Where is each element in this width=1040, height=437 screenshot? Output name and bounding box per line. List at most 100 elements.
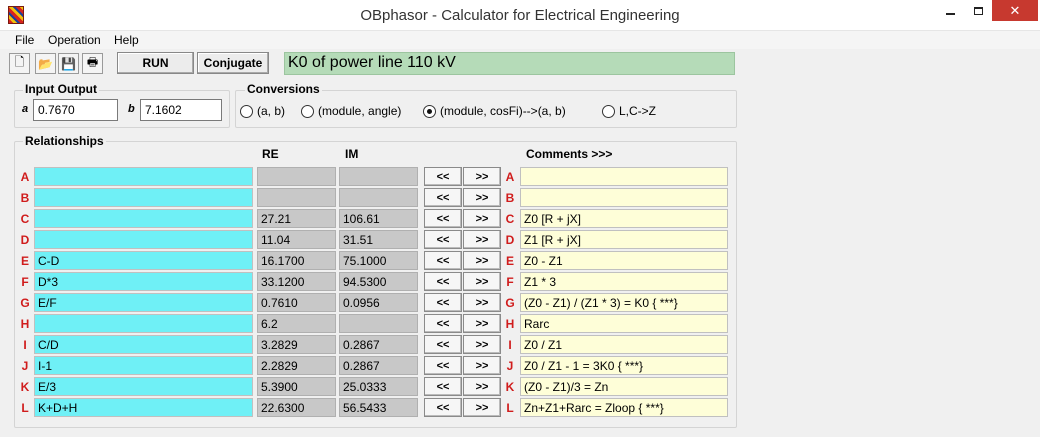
expression-field[interactable] [34,230,253,249]
radio-button[interactable] [602,104,615,118]
copy-left-button[interactable]: << [424,167,462,186]
im-value-field[interactable] [339,188,418,207]
comment-field[interactable]: Rarc [520,314,728,333]
copy-left-button[interactable]: << [424,335,462,354]
im-value-field[interactable]: 0.2867 [339,335,418,354]
copy-right-button[interactable]: >> [463,230,501,249]
re-value-field[interactable]: 3.2829 [257,335,336,354]
copy-right-button[interactable]: >> [463,209,501,228]
radio-button[interactable] [301,104,314,118]
expression-field[interactable]: E/3 [34,377,253,396]
new-file-button[interactable]: 🗋 [9,53,30,74]
comment-field[interactable]: Zn+Z1+Rarc = Zloop { ***} [520,398,728,417]
copy-right-button[interactable]: >> [463,335,501,354]
copy-left-button[interactable]: << [424,272,462,291]
im-value-field[interactable] [339,314,418,333]
re-value-field[interactable]: 0.7610 [257,293,336,312]
expression-field[interactable]: I-1 [34,356,253,375]
comment-field[interactable]: Z0 [R + jX] [520,209,728,228]
copy-left-button[interactable]: << [424,356,462,375]
re-value-field[interactable]: 5.3900 [257,377,336,396]
copy-left-button[interactable]: << [424,209,462,228]
copy-right-button[interactable]: >> [463,167,501,186]
copy-right-button[interactable]: >> [463,251,501,270]
im-value-field[interactable]: 94.5300 [339,272,418,291]
im-value-field[interactable]: 31.51 [339,230,418,249]
copy-left-button[interactable]: << [424,188,462,207]
radio-module-cosfi[interactable]: (module, cosFi)-->(a, b) [423,104,566,118]
im-value-field[interactable] [339,167,418,186]
close-button[interactable]: ✕ [992,0,1038,21]
conjugate-button[interactable]: Conjugate [197,52,269,74]
im-value-field[interactable]: 0.0956 [339,293,418,312]
re-value-field[interactable]: 11.04 [257,230,336,249]
copy-right-button[interactable]: >> [463,314,501,333]
comment-field[interactable] [520,167,728,186]
save-button[interactable]: 💾 [58,53,79,74]
re-value-field[interactable]: 2.2829 [257,356,336,375]
copy-right-button[interactable]: >> [463,272,501,291]
copy-left-button[interactable]: << [424,230,462,249]
expression-field[interactable]: E/F [34,293,253,312]
input-a-field[interactable]: 0.7670 [33,99,118,121]
re-value-field[interactable] [257,188,336,207]
input-b-field[interactable]: 7.1602 [140,99,222,121]
minimize-button[interactable] [935,0,965,21]
copy-left-button[interactable]: << [424,251,462,270]
row-label-left: G [20,296,30,310]
print-button[interactable]: 🖶 [82,53,103,74]
comment-field[interactable]: Z1 [R + jX] [520,230,728,249]
re-value-field[interactable]: 27.21 [257,209,336,228]
comment-field[interactable]: Z0 / Z1 - 1 = 3K0 { ***} [520,356,728,375]
expression-field[interactable] [34,188,253,207]
comment-field[interactable]: Z0 - Z1 [520,251,728,270]
expression-field[interactable] [34,209,253,228]
expression-field[interactable] [34,167,253,186]
comment-field[interactable]: Z0 / Z1 [520,335,728,354]
radio-button-selected[interactable] [423,104,436,118]
comment-field[interactable]: (Z0 - Z1) / (Z1 * 3) = K0 { ***} [520,293,728,312]
calculation-title-field[interactable]: K0 of power line 110 kV [284,52,735,75]
expression-field[interactable]: K+D+H [34,398,253,417]
row-label-left: E [20,254,29,268]
comment-field[interactable]: (Z0 - Z1)/3 = Zn [520,377,728,396]
radio-lc-z[interactable]: L,C->Z [602,104,656,118]
copy-left-button[interactable]: << [424,377,462,396]
re-value-field[interactable] [257,167,336,186]
comment-field[interactable] [520,188,728,207]
re-value-field[interactable]: 6.2 [257,314,336,333]
row-label-right: E [505,254,514,268]
expression-field[interactable]: C/D [34,335,253,354]
expression-field[interactable] [34,314,253,333]
im-value-field[interactable]: 106.61 [339,209,418,228]
im-value-field[interactable]: 56.5433 [339,398,418,417]
menu-help[interactable]: Help [114,33,139,47]
copy-right-button[interactable]: >> [463,398,501,417]
open-button[interactable]: 📂 [35,53,56,74]
expression-field[interactable]: C-D [34,251,253,270]
copy-left-button[interactable]: << [424,398,462,417]
re-value-field[interactable]: 22.6300 [257,398,336,417]
print-icon: 🖶 [86,55,99,69]
copy-left-button[interactable]: << [424,314,462,333]
copy-right-button[interactable]: >> [463,356,501,375]
im-value-field[interactable]: 25.0333 [339,377,418,396]
row-label-right: C [505,212,515,226]
re-value-field[interactable]: 16.1700 [257,251,336,270]
radio-module-angle[interactable]: (module, angle) [301,104,401,118]
re-value-field[interactable]: 33.1200 [257,272,336,291]
copy-right-button[interactable]: >> [463,293,501,312]
expression-field[interactable]: D*3 [34,272,253,291]
im-value-field[interactable]: 0.2867 [339,356,418,375]
copy-right-button[interactable]: >> [463,377,501,396]
radio-button[interactable] [240,104,253,118]
menu-operation[interactable]: Operation [48,33,101,47]
copy-right-button[interactable]: >> [463,188,501,207]
comment-field[interactable]: Z1 * 3 [520,272,728,291]
menu-file[interactable]: File [15,33,34,47]
im-value-field[interactable]: 75.1000 [339,251,418,270]
maximize-button[interactable] [965,0,992,21]
run-button[interactable]: RUN [117,52,194,74]
copy-left-button[interactable]: << [424,293,462,312]
radio-ab[interactable]: (a, b) [240,104,285,118]
